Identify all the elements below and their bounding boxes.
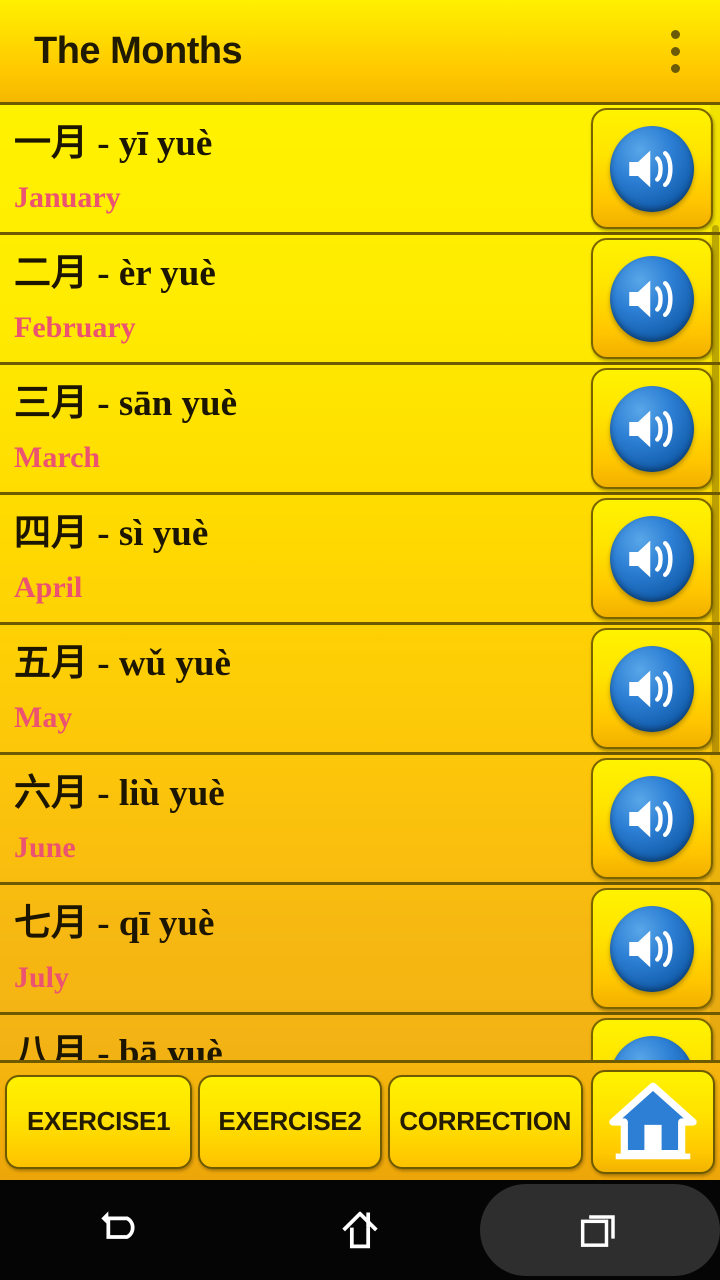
- app-screen: The Months 一月 - yī yuè January 二月 - èr y…: [0, 0, 720, 1280]
- list-item-text: 七月 - qī yuè July: [0, 885, 588, 1012]
- nav-recents-button[interactable]: [480, 1180, 720, 1280]
- exercise1-button[interactable]: EXERCISE1: [5, 1074, 193, 1169]
- overflow-dot: [670, 46, 680, 56]
- scrollbar-thumb[interactable]: [712, 225, 719, 755]
- speaker-button-wrap: [588, 1015, 720, 1060]
- overflow-dot: [670, 29, 680, 39]
- speaker-icon: [610, 385, 694, 472]
- list-item[interactable]: 八月 - bā yuè August: [0, 1015, 720, 1060]
- list-item[interactable]: 三月 - sān yuè March: [0, 365, 720, 495]
- exercise2-button[interactable]: EXERCISE2: [198, 1074, 382, 1169]
- chinese-label: 一月 - yī yuè: [14, 123, 213, 165]
- list-item[interactable]: 七月 - qī yuè July: [0, 885, 720, 1015]
- chinese-label: 二月 - èr yuè: [14, 253, 216, 295]
- english-label: January: [14, 180, 121, 214]
- nav-home-button[interactable]: [240, 1180, 480, 1280]
- list-item-text: 八月 - bā yuè August: [0, 1015, 588, 1060]
- home-icon: [342, 1211, 378, 1249]
- app-bar: The Months: [0, 0, 720, 105]
- chinese-label: 八月 - bā yuè: [14, 1033, 223, 1060]
- list-item-text: 一月 - yī yuè January: [0, 105, 588, 232]
- speaker-icon: [610, 645, 694, 732]
- android-navigation-bar: [0, 1180, 720, 1280]
- list-item-text: 三月 - sān yuè March: [0, 365, 588, 492]
- back-arrow-icon: [101, 1211, 135, 1239]
- speaker-icon: [610, 255, 694, 342]
- speaker-button[interactable]: [591, 368, 713, 489]
- speaker-button[interactable]: [591, 1018, 713, 1060]
- list-item[interactable]: 二月 - èr yuè February: [0, 235, 720, 365]
- speaker-button-wrap: [588, 235, 720, 362]
- months-list[interactable]: 一月 - yī yuè January 二月 - èr yuè February: [0, 105, 720, 1060]
- nav-back-button[interactable]: [0, 1180, 240, 1280]
- speaker-button-wrap: [588, 885, 720, 1012]
- english-label: February: [14, 310, 136, 344]
- chinese-label: 四月 - sì yuè: [14, 513, 209, 555]
- speaker-icon: [610, 515, 694, 602]
- speaker-icon: [610, 775, 694, 862]
- correction-button[interactable]: CORRECTION: [387, 1074, 583, 1169]
- overflow-menu-icon[interactable]: [652, 23, 698, 79]
- speaker-button[interactable]: [591, 238, 713, 359]
- list-item-text: 二月 - èr yuè February: [0, 235, 588, 362]
- chinese-label: 七月 - qī yuè: [14, 903, 215, 945]
- chinese-label: 三月 - sān yuè: [14, 383, 238, 425]
- english-label: June: [14, 830, 76, 864]
- list-item[interactable]: 六月 - liù yuè June: [0, 755, 720, 885]
- list-item-text: 四月 - sì yuè April: [0, 495, 588, 622]
- speaker-icon: [610, 125, 694, 212]
- list-scrollbar[interactable]: [710, 105, 720, 1060]
- speaker-button-wrap: [588, 625, 720, 752]
- bottom-toolbar: EXERCISE1 EXERCISE2 CORRECTION: [0, 1060, 720, 1180]
- recents-overview-icon: [580, 1215, 615, 1247]
- speaker-button[interactable]: [591, 628, 713, 749]
- speaker-button[interactable]: [591, 498, 713, 619]
- english-label: April: [14, 570, 83, 604]
- speaker-button-wrap: [588, 105, 720, 232]
- speaker-icon: [610, 905, 694, 992]
- list-item[interactable]: 一月 - yī yuè January: [0, 105, 720, 235]
- chinese-label: 五月 - wǔ yuè: [14, 643, 231, 685]
- recents-highlight-pill: [480, 1184, 720, 1276]
- list-item[interactable]: 四月 - sì yuè April: [0, 495, 720, 625]
- page-title: The Months: [34, 29, 243, 72]
- speaker-button[interactable]: [591, 888, 713, 1009]
- english-label: July: [14, 960, 70, 994]
- english-label: March: [14, 440, 101, 474]
- home-house-icon: [609, 1082, 697, 1159]
- speaker-button-wrap: [588, 495, 720, 622]
- home-button[interactable]: [590, 1069, 715, 1174]
- speaker-button[interactable]: [591, 758, 713, 879]
- chinese-label: 六月 - liù yuè: [14, 773, 225, 815]
- list-item-text: 六月 - liù yuè June: [0, 755, 588, 882]
- english-label: May: [14, 700, 73, 734]
- list-item[interactable]: 五月 - wǔ yuè May: [0, 625, 720, 755]
- overflow-dot: [670, 63, 680, 73]
- speaker-icon: [610, 1035, 694, 1060]
- speaker-button[interactable]: [591, 108, 713, 229]
- speaker-button-wrap: [588, 365, 720, 492]
- speaker-button-wrap: [588, 755, 720, 882]
- list-item-text: 五月 - wǔ yuè May: [0, 625, 588, 752]
